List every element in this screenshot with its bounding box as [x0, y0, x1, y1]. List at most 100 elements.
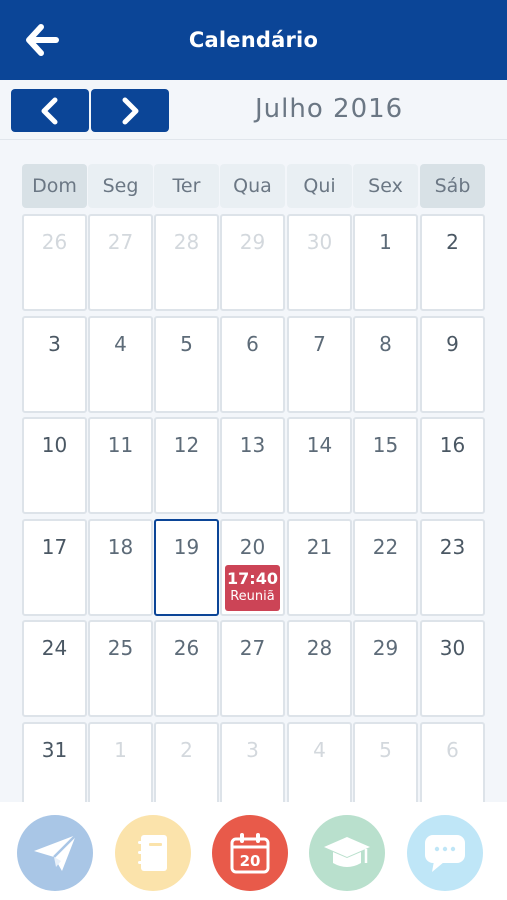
day-number: 1: [379, 230, 392, 254]
day-cell[interactable]: 27: [220, 620, 285, 717]
day-number: 4: [313, 738, 326, 762]
day-cell[interactable]: 22: [353, 519, 418, 616]
calendar-icon-badge: 20: [240, 852, 261, 870]
tab-chat[interactable]: [407, 815, 483, 891]
chevron-right-icon: [122, 97, 139, 124]
day-cell[interactable]: 8: [353, 316, 418, 413]
day-number: 6: [446, 738, 459, 762]
day-number: 8: [379, 332, 392, 356]
day-number: 26: [41, 230, 68, 254]
day-cell[interactable]: 1: [353, 214, 418, 311]
day-number: 30: [439, 636, 466, 660]
day-number: 26: [173, 636, 200, 660]
previous-month-button[interactable]: [11, 89, 89, 132]
weekday-label: Seg: [88, 164, 153, 208]
day-cell[interactable]: 27: [88, 214, 153, 311]
day-cell[interactable]: 16: [420, 417, 485, 514]
weekday-label: Qui: [287, 164, 352, 208]
day-number: 22: [372, 535, 399, 559]
month-label: Julho 2016: [255, 94, 404, 124]
page-title: Calendário: [188, 28, 319, 52]
weekday-label: Sex: [353, 164, 418, 208]
day-number: 2: [180, 738, 193, 762]
day-number: 7: [313, 332, 326, 356]
calendar-icon: 20: [230, 833, 270, 874]
tab-calendar[interactable]: 20: [212, 815, 288, 891]
day-number: 21: [306, 535, 333, 559]
day-cell[interactable]: 9: [420, 316, 485, 413]
day-number: 28: [173, 230, 200, 254]
day-cell[interactable]: 15: [353, 417, 418, 514]
day-number: 14: [306, 433, 333, 457]
weekday-label: Ter: [154, 164, 219, 208]
day-cell[interactable]: 28: [154, 214, 219, 311]
day-cell[interactable]: 2: [420, 214, 485, 311]
day-number: 29: [372, 636, 399, 660]
day-cell-selected[interactable]: 19: [154, 519, 219, 616]
day-number: 3: [48, 332, 61, 356]
day-cell[interactable]: 13: [220, 417, 285, 514]
event-title: Reuniã: [230, 589, 275, 604]
day-number: 20: [239, 535, 266, 559]
weekday-label: Dom: [22, 164, 87, 208]
day-cell[interactable]: 26: [154, 620, 219, 717]
graduation-cap-icon: [324, 837, 370, 867]
day-number: 19: [173, 535, 200, 559]
day-number: 15: [372, 433, 399, 457]
day-cell[interactable]: 21: [287, 519, 352, 616]
day-number: 10: [41, 433, 68, 457]
day-number: 24: [41, 636, 68, 660]
day-cell[interactable]: 26: [22, 214, 87, 311]
day-number: 27: [239, 636, 266, 660]
day-number: 25: [107, 636, 134, 660]
day-number: 31: [41, 738, 68, 762]
day-number: 23: [439, 535, 466, 559]
day-cell[interactable]: 20 17:40 Reuniã: [220, 519, 285, 616]
back-button[interactable]: [22, 22, 62, 58]
day-cell[interactable]: 29: [220, 214, 285, 311]
day-cell[interactable]: 7: [287, 316, 352, 413]
day-cell[interactable]: 6: [220, 316, 285, 413]
day-cell[interactable]: 29: [353, 620, 418, 717]
day-cell[interactable]: 5: [154, 316, 219, 413]
weekday-label: Qua: [220, 164, 285, 208]
day-number: 12: [173, 433, 200, 457]
day-cell[interactable]: 28: [287, 620, 352, 717]
weekday-label: Sáb: [420, 164, 485, 208]
month-navigation-bar: Julho 2016: [0, 80, 507, 140]
day-cell[interactable]: 10: [22, 417, 87, 514]
day-cell[interactable]: 14: [287, 417, 352, 514]
event-time: 17:40: [227, 569, 278, 588]
tab-messages[interactable]: [17, 815, 93, 891]
day-number: 18: [107, 535, 134, 559]
day-number: 11: [107, 433, 134, 457]
day-number: 9: [446, 332, 459, 356]
day-cell[interactable]: 3: [22, 316, 87, 413]
day-number: 13: [239, 433, 266, 457]
day-cell[interactable]: 17: [22, 519, 87, 616]
app-header: Calendário: [0, 0, 507, 80]
day-cell[interactable]: 12: [154, 417, 219, 514]
tab-courses[interactable]: [309, 815, 385, 891]
day-cell[interactable]: 30: [420, 620, 485, 717]
day-cell[interactable]: 30: [287, 214, 352, 311]
next-month-button[interactable]: [91, 89, 169, 132]
day-cell[interactable]: 24: [22, 620, 87, 717]
day-cell[interactable]: 11: [88, 417, 153, 514]
day-number: 5: [180, 332, 193, 356]
tab-notebook[interactable]: [115, 815, 191, 891]
event-badge[interactable]: 17:40 Reuniã: [225, 565, 280, 611]
day-cell[interactable]: 23: [420, 519, 485, 616]
day-cell[interactable]: 25: [88, 620, 153, 717]
day-number: 3: [246, 738, 259, 762]
day-cell[interactable]: 4: [88, 316, 153, 413]
calendar-grid: Dom Seg Ter Qua Qui Sex Sáb 26 27 28 29 30 1 2 3 4 5 6 7 8…: [0, 140, 507, 819]
notebook-icon: [138, 835, 167, 871]
paper-plane-icon: [34, 834, 77, 871]
bottom-navigation: 20: [0, 802, 507, 900]
day-cell[interactable]: 18: [88, 519, 153, 616]
day-number: 30: [306, 230, 333, 254]
day-number: 27: [107, 230, 134, 254]
day-number: 1: [114, 738, 127, 762]
day-number: 17: [41, 535, 68, 559]
